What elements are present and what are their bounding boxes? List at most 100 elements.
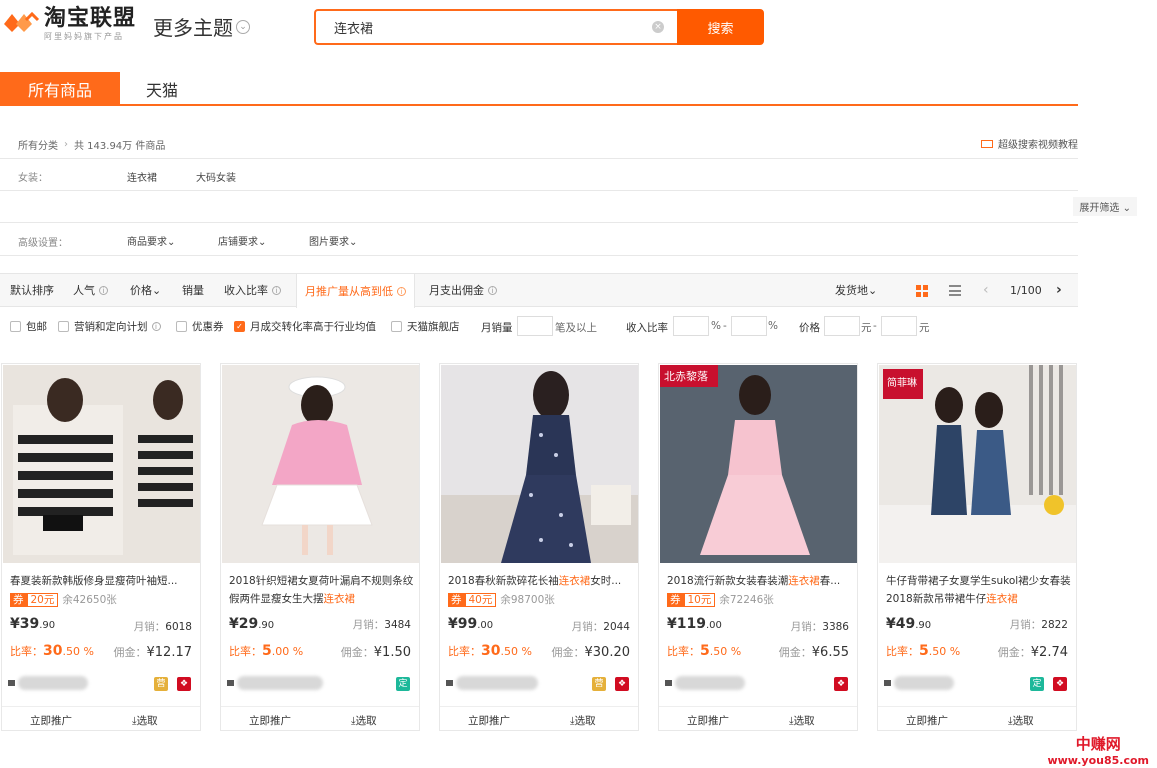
select-button[interactable]: ⤓选取	[1008, 713, 1034, 728]
select-button[interactable]: ⤓选取	[351, 713, 377, 728]
logo[interactable]: 淘宝联盟 阿里妈妈旗下产品	[2, 6, 136, 42]
product-card[interactable]: 2018针织短裙女夏荷叶漏肩不规则条纹假两件显瘦女生大摆连衣裙 ¥29.90 月…	[220, 363, 420, 731]
price-max-input[interactable]	[881, 316, 917, 336]
marketing-badge: 营	[592, 677, 606, 691]
tab-tmall[interactable]: 天猫	[122, 72, 202, 105]
video-tutorial-link[interactable]: 超级搜索视频教程	[981, 136, 1078, 151]
ship-from-dropdown[interactable]: 发货地 ⌄	[835, 274, 877, 306]
product-title[interactable]: 2018针织短裙女夏荷叶漏肩不规则条纹假两件显瘦女生大摆连衣裙	[229, 572, 415, 608]
product-card[interactable]: 春夏装新款韩版修身显瘦荷叶袖短... 券 20元 余42650张 ¥39.90 月销…	[1, 363, 201, 731]
product-image[interactable]: 简菲琳	[879, 365, 1076, 563]
sort-bar: 默认排序 人气 i 价格 ⌄ 销量 收入比率 i 月推广量从高到低 i 月支出佣金 i 发…	[0, 273, 1078, 308]
divider	[0, 158, 1078, 159]
commission-rate: 比率：5.50 %	[667, 643, 741, 659]
monthly-value: 2044	[603, 621, 630, 633]
search-input[interactable]	[316, 11, 636, 43]
monthly-sales: 月销：2822	[1010, 617, 1068, 632]
shop-name[interactable]	[227, 675, 323, 691]
product-image[interactable]: 北赤黎落	[660, 365, 857, 563]
free-shipping-checkbox[interactable]: 包邮	[10, 319, 47, 334]
commission-rate: 比率：5.50 %	[886, 643, 960, 659]
breadcrumb-root[interactable]: 所有分类	[18, 137, 58, 152]
product-title[interactable]: 牛仔背带裙子女夏学生sukol裙少女春装2018新款吊带裙牛仔连衣裙	[886, 572, 1072, 608]
shop-requirements-dropdown[interactable]: 店铺要求⌄	[218, 233, 266, 248]
product-image[interactable]	[441, 365, 638, 563]
conversion-label: 月成交转化率高于行业均值	[250, 321, 376, 333]
price-min-input[interactable]	[824, 316, 860, 336]
commission-rate: 比率：5.00 %	[229, 643, 303, 659]
rate-label: 比率：	[229, 645, 262, 658]
monthly-sales-input[interactable]	[517, 316, 553, 336]
sort-popularity[interactable]: 人气 i	[73, 274, 108, 306]
tmall-icon: ❖	[1053, 677, 1067, 691]
sort-income-ratio[interactable]: 收入比率 i	[224, 274, 281, 306]
next-page-icon[interactable]: ›	[1056, 282, 1062, 298]
sort-monthly-promotion-label: 月推广量从高到低	[305, 285, 393, 298]
rate-label: 比率：	[667, 645, 700, 658]
chevron-down-icon: ⌄	[167, 237, 176, 248]
shop-name[interactable]	[884, 675, 954, 691]
page-indicator: 1/100	[1010, 284, 1042, 297]
select-button[interactable]: ⤓选取	[570, 713, 596, 728]
commission-label: 佣金：	[340, 646, 374, 659]
income-ratio-min-input[interactable]	[673, 316, 709, 336]
select-button[interactable]: ⤓选取	[789, 713, 815, 728]
product-image[interactable]	[222, 365, 419, 563]
conversion-checkbox[interactable]: ✓ 月成交转化率高于行业均值	[234, 319, 376, 334]
more-themes-menu[interactable]: 更多主题 ⌄	[153, 12, 250, 41]
monthly-sales: 月销：6018	[134, 619, 192, 634]
shop-name[interactable]	[665, 675, 745, 691]
sort-price[interactable]: 价格 ⌄	[130, 274, 161, 306]
prev-page-icon[interactable]: ‹	[983, 282, 989, 298]
marketing-plan-label: 营销和定向计划	[74, 321, 148, 333]
clear-icon[interactable]: ×	[652, 21, 664, 33]
rate-dec: .50 %	[928, 645, 961, 658]
promote-button[interactable]: 立即推广	[687, 713, 729, 728]
product-price: ¥39.90	[10, 616, 55, 632]
video-icon	[981, 139, 993, 148]
sort-default[interactable]: 默认排序	[10, 274, 54, 306]
list-view-icon[interactable]	[949, 285, 961, 296]
category-row: 女装： 连衣裙 大码女装	[0, 160, 1078, 190]
sort-sales[interactable]: 销量	[182, 274, 204, 306]
rate-dec: .50 %	[62, 645, 94, 658]
tab-all-products[interactable]: 所有商品	[0, 72, 120, 105]
shop-icon	[884, 680, 891, 686]
promote-button[interactable]: 立即推广	[468, 713, 510, 728]
title-text: 2018春秋新款碎花长袖	[448, 575, 559, 587]
category-item-plus-size[interactable]: 大码女装	[196, 169, 236, 184]
expand-filter-button[interactable]: 展开筛选 ⌄	[1073, 197, 1137, 216]
checkmark-icon: ✓	[234, 321, 245, 332]
tmall-icon: ❖	[834, 677, 848, 691]
header: 淘宝联盟 阿里妈妈旗下产品 更多主题 ⌄ × 搜索	[0, 0, 1157, 60]
income-ratio-max-input[interactable]	[731, 316, 767, 336]
product-card[interactable]: 简菲琳 牛仔背带裙子女夏学生sukol裙少女春装2018新款吊带裙牛仔连衣裙 ¥…	[877, 363, 1077, 731]
promote-button[interactable]: 立即推广	[30, 713, 72, 728]
product-image[interactable]	[3, 365, 200, 563]
rate-int: 5	[919, 643, 929, 659]
sort-monthly-promotion[interactable]: 月推广量从高到低 i	[296, 274, 415, 308]
promote-button[interactable]: 立即推广	[249, 713, 291, 728]
product-requirements-dropdown[interactable]: 商品要求⌄	[127, 233, 175, 248]
chevron-down-icon: ⌄	[236, 19, 250, 34]
monthly-value: 3484	[384, 619, 411, 631]
tmall-flagship-checkbox[interactable]: 天猫旗舰店	[391, 319, 460, 334]
promote-button[interactable]: 立即推广	[906, 713, 948, 728]
grid-view-icon[interactable]	[916, 285, 928, 297]
info-icon: i	[272, 285, 281, 295]
image-requirements-dropdown[interactable]: 图片要求⌄	[309, 233, 357, 248]
product-card[interactable]: 北赤黎落 2018流行新款女装春装潮连衣裙春... 券 10元 余72246张 ¥1…	[658, 363, 858, 731]
marketing-plan-checkbox[interactable]: 营销和定向计划 i	[58, 319, 161, 334]
search-button[interactable]: 搜索	[677, 9, 764, 45]
monthly-label: 月销：	[133, 621, 166, 633]
coupon-checkbox[interactable]: 优惠券	[176, 319, 224, 334]
select-button[interactable]: ⤓选取	[132, 713, 158, 728]
shop-icon	[446, 680, 453, 686]
title-text: 牛仔背带裙子女夏学生sukol裙少女春装2018新款吊带裙牛仔	[886, 575, 1071, 605]
shop-name[interactable]	[446, 675, 538, 691]
category-item-dress[interactable]: 连衣裙	[127, 169, 157, 184]
taobao-alliance-logo-icon	[4, 11, 40, 32]
sort-monthly-commission[interactable]: 月支出佣金 i	[429, 274, 497, 306]
product-card[interactable]: 2018春秋新款碎花长袖连衣裙女时... 券 40元 余98700张 ¥99.00 …	[439, 363, 639, 731]
shop-name[interactable]	[8, 675, 88, 691]
